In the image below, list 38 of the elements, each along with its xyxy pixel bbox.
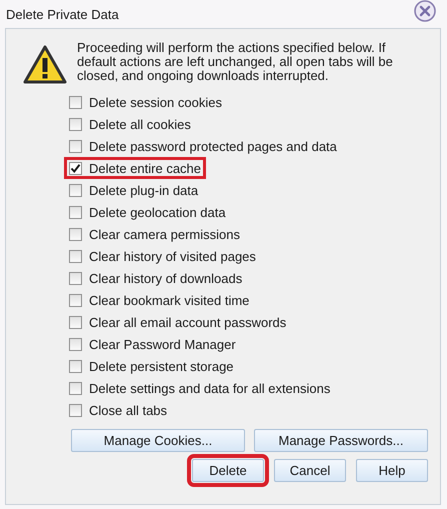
checkbox[interactable] (69, 404, 82, 416)
checkbox-option[interactable]: Clear Password Manager (64, 333, 241, 355)
close-icon[interactable] (413, 0, 437, 23)
checkbox[interactable] (69, 250, 82, 262)
checkbox[interactable] (69, 162, 82, 174)
checkbox-option[interactable]: Delete persistent storage (64, 355, 239, 377)
checkbox[interactable] (69, 96, 82, 108)
checkbox[interactable] (69, 184, 82, 196)
checkbox-option[interactable]: Clear bookmark visited time (64, 289, 254, 311)
checkbox[interactable] (69, 382, 82, 394)
checkbox-option[interactable]: Delete geolocation data (64, 201, 231, 223)
checkbox[interactable] (69, 294, 82, 306)
checkbox-option[interactable]: Delete password protected pages and data (64, 135, 342, 157)
checkbox-option[interactable]: Delete session cookies (64, 91, 227, 113)
checkbox-option[interactable]: Clear all email account passwords (64, 311, 292, 333)
checkbox[interactable] (69, 272, 82, 284)
checkbox[interactable] (69, 206, 82, 218)
manage-button[interactable]: Manage Passwords... (254, 429, 428, 452)
checkbox-option[interactable]: Delete all cookies (64, 113, 196, 135)
checkbox-option[interactable]: Clear history of visited pages (64, 245, 261, 267)
checkbox-option[interactable]: Clear history of downloads (64, 267, 248, 289)
window-title: Delete Private Data (6, 6, 119, 22)
checkbox-option[interactable]: Delete plug-in data (64, 179, 204, 201)
checkbox[interactable] (69, 118, 82, 130)
warning-icon (23, 45, 67, 85)
checkbox[interactable] (69, 228, 82, 240)
dialog-button[interactable]: Help (356, 459, 428, 482)
checkbox[interactable] (69, 316, 82, 328)
dialog-button[interactable]: Cancel (274, 459, 346, 482)
checkbox[interactable] (69, 360, 82, 372)
checkbox-option[interactable]: Delete settings and data for all extensions (64, 377, 336, 399)
checkbox-option[interactable]: Close all tabs (64, 399, 172, 421)
manage-button[interactable]: Manage Cookies... (71, 429, 245, 452)
checkbox[interactable] (69, 140, 82, 152)
checkbox[interactable] (69, 338, 82, 350)
warning-message: Proceeding will perform the actions specified below. If default actions are left unchanged, all open tabs will be closed, and ongoing downloads interrupted. (77, 41, 394, 83)
checkbox-option[interactable]: Delete entire cache (64, 157, 206, 179)
checkbox-option[interactable]: Clear camera permissions (64, 223, 245, 245)
